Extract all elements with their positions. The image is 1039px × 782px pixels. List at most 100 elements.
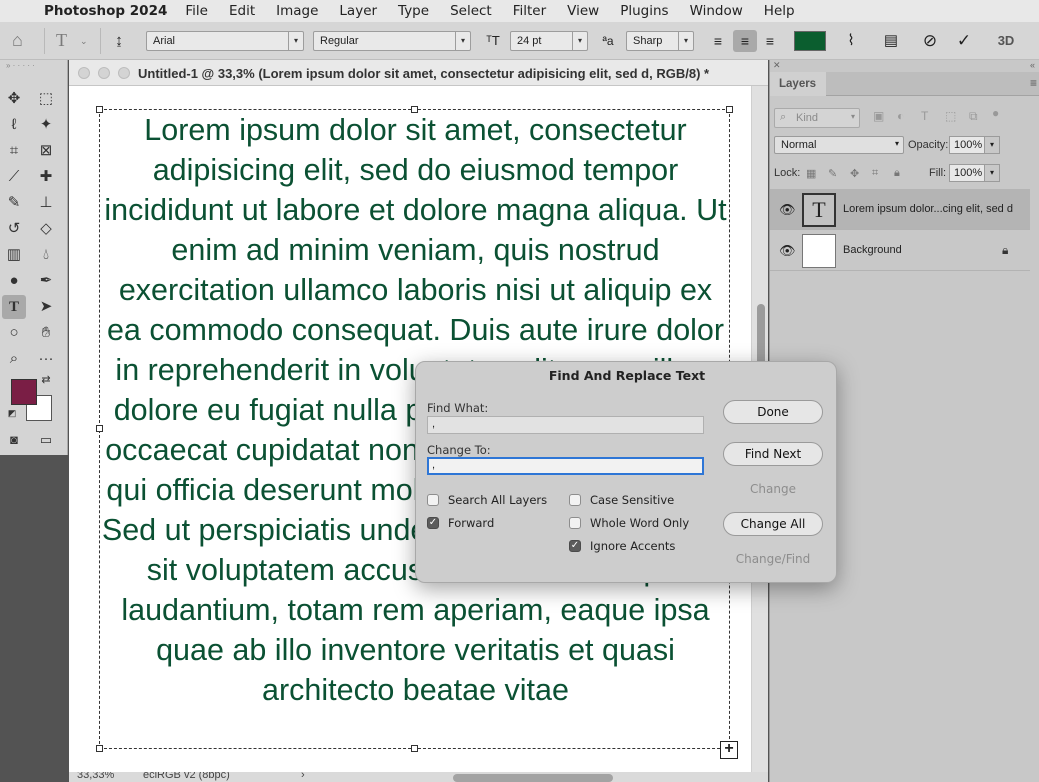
cancel-icon[interactable]: ⊘ (919, 30, 941, 52)
minimize-window-icon[interactable] (98, 67, 110, 79)
menu-type[interactable]: Type (398, 3, 429, 19)
layer-name[interactable]: Background (843, 244, 902, 256)
zoom-readout[interactable]: 33,33% (77, 772, 114, 781)
lasso-tool-icon[interactable]: ℓ (2, 113, 26, 137)
transform-handle[interactable] (96, 745, 103, 752)
visibility-eye-icon[interactable]: 👁︎ (779, 243, 796, 259)
change-all-button[interactable]: Change All (723, 512, 823, 536)
chevron-down-icon[interactable]: ▾ (984, 136, 1000, 154)
path-selection-icon[interactable]: ➤ (34, 295, 58, 319)
character-panel-icon[interactable]: ▤ (880, 30, 902, 52)
filter-pixel-icon[interactable]: ▣ (873, 109, 884, 123)
lock-pixels-icon[interactable]: ✎ (828, 167, 837, 180)
foreground-color-swatch[interactable] (11, 379, 37, 405)
menu-layer[interactable]: Layer (339, 3, 377, 19)
panel-menu-icon[interactable]: ≡ (1030, 76, 1037, 90)
tab-layers[interactable]: Layers (770, 72, 826, 96)
move-tool-icon[interactable]: ✥ (2, 87, 26, 111)
transform-handle[interactable] (726, 106, 733, 113)
transform-handle[interactable] (96, 106, 103, 113)
text-color-swatch[interactable] (794, 31, 826, 51)
type-tool-icon[interactable]: T (2, 295, 26, 319)
magic-wand-icon[interactable]: ✦ (34, 113, 58, 137)
panel-grip[interactable]: » · · · · · (6, 61, 62, 70)
font-size-select[interactable]: 24 pt ▾ (510, 31, 588, 51)
case-sensitive-checkbox[interactable] (569, 494, 581, 506)
lock-transparency-icon[interactable]: ▦ (806, 167, 816, 180)
marquee-tool-icon[interactable]: ⬚ (34, 87, 58, 111)
filter-kind-select[interactable]: ⌕ Kind ▾ (774, 108, 860, 128)
transform-handle[interactable] (411, 745, 418, 752)
close-window-icon[interactable] (78, 67, 90, 79)
menu-help[interactable]: Help (764, 3, 795, 19)
blur-tool-icon[interactable]: 💧︎ (34, 243, 58, 267)
warp-text-icon[interactable]: ⌇ (841, 30, 861, 52)
blend-mode-select[interactable]: Normal ▾ (774, 136, 904, 154)
zoom-window-icon[interactable] (118, 67, 130, 79)
quick-mask-icon[interactable]: ◙ (2, 428, 26, 452)
layer-row-background[interactable]: 👁︎ Background 🔒︎ (770, 230, 1030, 271)
chevron-down-icon[interactable]: ⌄ (80, 36, 88, 47)
filter-toggle-icon[interactable]: ● (992, 106, 999, 120)
frame-tool-icon[interactable]: ⊠ (34, 139, 58, 163)
menu-edit[interactable]: Edit (229, 3, 255, 19)
ignore-accents-checkbox[interactable]: ✓ (569, 540, 581, 552)
find-next-button[interactable]: Find Next (723, 442, 823, 466)
menu-view[interactable]: View (567, 3, 599, 19)
screen-mode-icon[interactable]: ▭ (34, 428, 58, 452)
align-left-icon[interactable]: ≡ (708, 30, 728, 52)
type-tool-preset-icon[interactable]: T (56, 30, 67, 51)
horizontal-scroll-thumb[interactable] (453, 774, 613, 782)
filter-type-icon[interactable]: T (921, 109, 928, 123)
clone-stamp-icon[interactable]: ⊥ (34, 191, 58, 215)
swap-colors-icon[interactable]: ⇄ (38, 372, 54, 388)
change-to-input[interactable]: , (427, 457, 704, 475)
crop-tool-icon[interactable]: ⌗ (2, 139, 26, 163)
font-family-select[interactable]: Arial ▾ (146, 31, 304, 51)
menu-plugins[interactable]: Plugins (620, 3, 668, 19)
eraser-icon[interactable]: ◇ (34, 217, 58, 241)
pen-tool-icon[interactable]: ✒ (34, 269, 58, 293)
eyedropper-icon[interactable]: ⟋ (2, 165, 26, 189)
commit-check-icon[interactable]: ✓ (953, 30, 975, 52)
antialias-select[interactable]: Sharp ▾ (626, 31, 694, 51)
menu-filter[interactable]: Filter (513, 3, 546, 19)
lock-position-icon[interactable]: ✥ (850, 167, 859, 180)
find-what-input[interactable]: , (427, 416, 704, 434)
brush-tool-icon[interactable]: ✎ (2, 191, 26, 215)
menu-file[interactable]: File (185, 3, 208, 19)
chevron-down-icon[interactable]: ▾ (984, 164, 1000, 182)
filter-smart-object-icon[interactable]: ⧉ (969, 109, 978, 124)
filter-adjustment-icon[interactable]: ◐ (897, 109, 904, 123)
whole-word-checkbox[interactable] (569, 517, 581, 529)
search-all-layers-checkbox[interactable] (427, 494, 439, 506)
visibility-eye-icon[interactable]: 👁︎ (779, 202, 796, 218)
ellipse-tool-icon[interactable]: ○ (2, 321, 26, 345)
layer-name[interactable]: Lorem ipsum dolor...cing elit, sed d (843, 203, 1013, 215)
text-orientation-icon[interactable]: ↨ (108, 30, 130, 52)
menu-window[interactable]: Window (690, 3, 743, 19)
forward-checkbox[interactable]: ✓ (427, 517, 439, 529)
transform-handle[interactable] (411, 106, 418, 113)
status-menu-arrow-icon[interactable]: › (301, 772, 305, 781)
default-colors-icon[interactable]: ◩ (4, 405, 20, 421)
more-tools-icon[interactable]: ··· (34, 347, 58, 371)
change-find-button[interactable]: Change/Find (723, 547, 823, 571)
layer-row-text[interactable]: 👁︎ T Lorem ipsum dolor...cing elit, sed … (770, 189, 1030, 230)
opacity-input[interactable]: 100% ▾ (949, 136, 1000, 154)
text-overflow-plus-icon[interactable]: + (720, 741, 738, 759)
lock-artboard-icon[interactable]: ⌗ (872, 167, 878, 180)
font-style-select[interactable]: Regular ▾ (313, 31, 471, 51)
align-right-icon[interactable]: ≡ (760, 30, 780, 52)
app-menu[interactable]: Photoshop 2024 (44, 3, 167, 19)
transform-handle[interactable] (96, 425, 103, 432)
healing-brush-icon[interactable]: ✚ (34, 165, 58, 189)
change-button[interactable]: Change (723, 477, 823, 501)
done-button[interactable]: Done (723, 400, 823, 424)
hand-tool-icon[interactable]: ✋︎ (34, 321, 58, 345)
dodge-tool-icon[interactable]: ● (2, 269, 26, 293)
close-panel-icon[interactable]: ✕ (773, 60, 781, 71)
zoom-tool-icon[interactable]: ⌕ (2, 347, 26, 371)
fill-input[interactable]: 100% ▾ (949, 164, 1000, 182)
home-icon[interactable]: ⌂ (12, 30, 23, 51)
